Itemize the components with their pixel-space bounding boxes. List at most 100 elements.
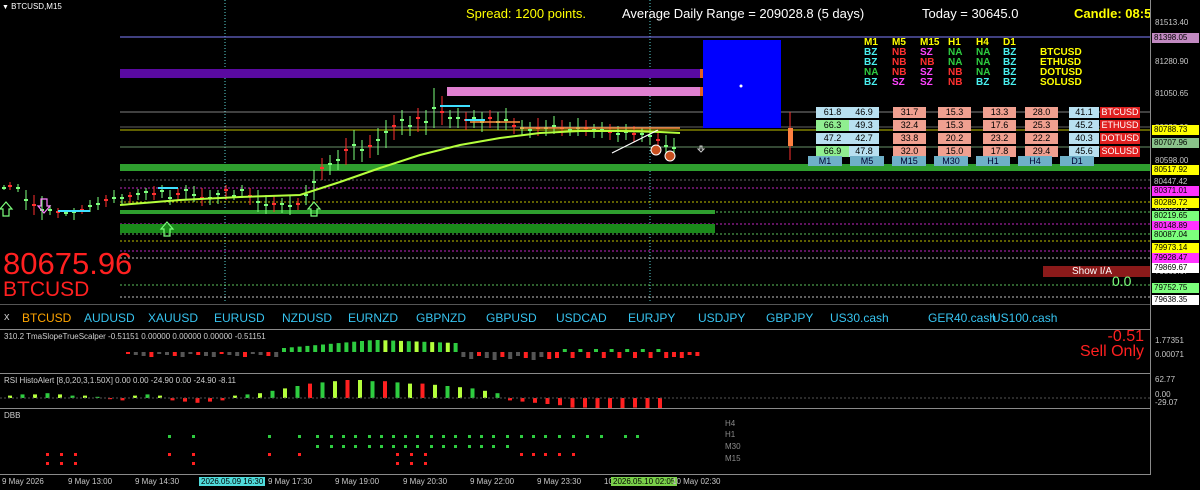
strength-cell: 32.4 xyxy=(893,120,926,131)
price-tag: 80371.01 xyxy=(1152,186,1199,196)
rsi-bar xyxy=(458,387,462,398)
candle-body xyxy=(664,145,668,147)
timeframe-button-m1[interactable]: M1 xyxy=(808,156,842,166)
dbb-dot xyxy=(624,435,627,438)
strength-symbol: BTCUSD xyxy=(1100,107,1140,118)
candle-body xyxy=(32,204,36,206)
dbb-dot xyxy=(354,445,357,448)
tma-bar xyxy=(360,341,364,352)
price-tag: 80788.73 xyxy=(1152,125,1199,135)
candle-body xyxy=(64,212,68,214)
timeframe-button-m5[interactable]: M5 xyxy=(850,156,884,166)
alert-marker-icon xyxy=(650,144,662,156)
dbb-dot xyxy=(480,445,483,448)
tma-bar xyxy=(492,352,497,360)
tma-bar xyxy=(633,352,637,358)
timeframe-button-d1[interactable]: D1 xyxy=(1060,156,1094,166)
price-tag: 80517.92 xyxy=(1152,165,1199,175)
dbb-dot xyxy=(492,435,495,438)
candle-body xyxy=(528,129,532,131)
timeframe-button-m30[interactable]: M30 xyxy=(934,156,968,166)
candle-body xyxy=(488,117,492,119)
price-axis[interactable]: 81513.4081280.9081050.6580828.0080598.00… xyxy=(1150,0,1200,475)
symbol-tab-eurnzd[interactable]: EURNZD xyxy=(348,311,398,325)
supply-zone xyxy=(120,69,715,78)
symbol-tab-xauusd[interactable]: XAUUSD xyxy=(148,311,198,325)
dbb-dot xyxy=(404,445,407,448)
symbol-tab-us30cash[interactable]: US30.cash xyxy=(830,311,889,325)
tma-bar xyxy=(461,352,466,357)
candle-body xyxy=(160,190,164,192)
tma-bar xyxy=(126,352,130,354)
adr-label: Average Daily Range = 209028.8 (5 days) xyxy=(622,6,865,21)
dbb-dot xyxy=(192,462,195,465)
rsi-bar xyxy=(145,394,150,398)
dbb-dot xyxy=(380,445,383,448)
candle-body xyxy=(432,107,436,109)
dbb-dot xyxy=(410,453,413,456)
current-symbol: BTCUSD xyxy=(3,278,90,301)
matrix-cell: SZ xyxy=(892,77,905,88)
rsi-histo-pane: RSI HistoAlert [8,0,20,3,1.50X] 0.00 0.0… xyxy=(0,373,1150,409)
current-candle xyxy=(788,128,793,146)
tma-bar xyxy=(679,352,684,358)
dbb-dot xyxy=(410,462,413,465)
candle-body xyxy=(288,205,292,207)
candle-body xyxy=(8,185,12,187)
strength-cell: 28.0 xyxy=(1025,107,1058,118)
time-axis[interactable]: 9 May 2026 9 May 13:00 9 May 14:30 2026.05.… xyxy=(0,474,1150,490)
dbb-dot xyxy=(60,462,63,465)
candle-body xyxy=(128,195,132,197)
symbol-tab-us100cash[interactable]: US100.cash xyxy=(992,311,1057,325)
rsi-bar xyxy=(258,393,262,398)
tma-bar xyxy=(617,352,622,358)
strength-cell: 46.9 xyxy=(849,107,879,118)
candle-body xyxy=(296,203,300,205)
dbb-dot xyxy=(430,435,433,438)
timeframe-button-m15[interactable]: M15 xyxy=(892,156,926,166)
tma-bar xyxy=(453,343,458,352)
tma-bar xyxy=(640,349,645,352)
symbol-tab-btcusd[interactable]: BTCUSD xyxy=(22,311,71,325)
rsi-bar xyxy=(345,380,350,398)
candle-body xyxy=(392,125,396,127)
supply-zone-2 xyxy=(447,87,700,96)
tma-bar xyxy=(484,352,489,358)
price-axis-label: 80598.00 xyxy=(1155,156,1189,165)
dbb-dot xyxy=(558,453,561,456)
candle-body xyxy=(120,197,124,199)
dropdown-icon[interactable]: ▼ xyxy=(2,4,9,11)
tma-bar xyxy=(258,352,263,355)
symbol-tab-gbpusd[interactable]: GBPUSD xyxy=(486,311,537,325)
symbol-tab-usdcad[interactable]: USDCAD xyxy=(556,311,607,325)
symbol-tab-ger40cash[interactable]: GER40.cash xyxy=(928,311,996,325)
tma-bar xyxy=(266,352,271,356)
time-axis-label: 9 May 17:30 xyxy=(268,477,313,486)
symbol-tab-eurusd[interactable]: EURUSD xyxy=(214,311,265,325)
symbol-tab-nzdusd[interactable]: NZDUSD xyxy=(282,311,332,325)
dbb-dot xyxy=(368,435,371,438)
dbb-dot xyxy=(492,445,495,448)
symbol-tab-gbpjpy[interactable]: GBPJPY xyxy=(766,311,813,325)
tma-bar xyxy=(664,352,669,358)
price-chart[interactable]: ▼ BTCUSD,M15 Spread: 1200 points. Averag… xyxy=(0,0,1150,303)
rsi-bar xyxy=(483,390,487,398)
symbol-tab-eurjpy[interactable]: EURJPY xyxy=(628,311,675,325)
symbol-tab-gbpnzd[interactable]: GBPNZD xyxy=(416,311,466,325)
tma-bar xyxy=(445,342,450,352)
symbol-tab-usdjpy[interactable]: USDJPY xyxy=(698,311,745,325)
rsi-bar xyxy=(45,393,50,398)
dbb-dot xyxy=(298,435,301,438)
price-axis-label: 81280.90 xyxy=(1155,57,1189,66)
timeframe-button-h1[interactable]: H1 xyxy=(976,156,1010,166)
candle-body xyxy=(264,204,268,206)
symbol-tab-audusd[interactable]: AUDUSD xyxy=(84,311,135,325)
tma-bar xyxy=(188,352,193,354)
rsi-bar xyxy=(495,393,500,398)
rsi-bar xyxy=(470,388,475,398)
close-symbol-bar-icon[interactable]: x xyxy=(4,311,10,323)
timeframe-button-h4[interactable]: H4 xyxy=(1018,156,1052,166)
dbb-dot xyxy=(416,435,419,438)
rsi-bar xyxy=(408,383,412,398)
candle-body xyxy=(2,187,6,189)
